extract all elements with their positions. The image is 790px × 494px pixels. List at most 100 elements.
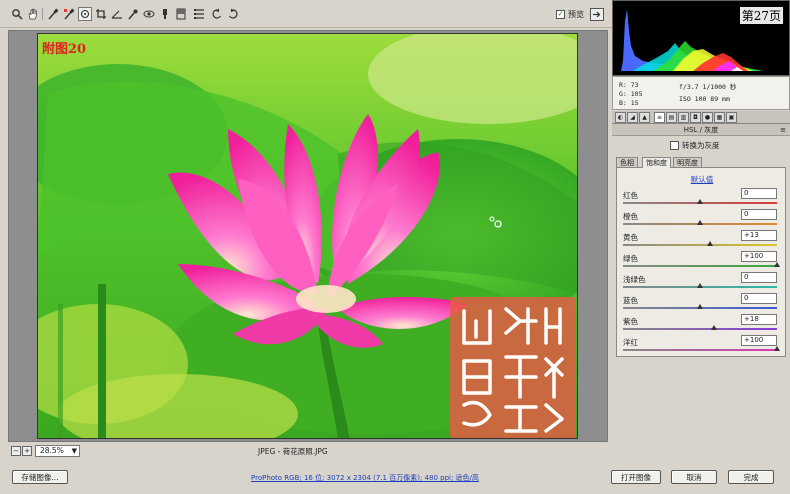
panel-title-bar: HSL / 灰度 ≡ (612, 124, 790, 136)
open-image-button[interactable]: 打开图像 (611, 470, 661, 484)
panel-menu-icon[interactable]: ≡ (780, 124, 786, 136)
preview-checkbox[interactable]: ✓ 预览 (556, 9, 584, 20)
slider-label: 洋红 (623, 338, 638, 347)
slider-value-input[interactable]: +13 (741, 230, 777, 241)
hand-icon[interactable] (26, 7, 40, 21)
slider-track[interactable] (623, 244, 777, 246)
rotate-ccw-icon[interactable] (210, 7, 224, 21)
slider-thumb[interactable] (707, 241, 713, 246)
detail-tab-icon[interactable]: ▲ (639, 112, 650, 123)
figure-label: 附图20 (42, 42, 87, 57)
bottom-bar: 存储图像... ProPhoto RGB; 16 位; 3072 x 2304 … (0, 460, 790, 494)
slider-thumb[interactable] (697, 220, 703, 225)
hsl-tab-icon[interactable]: ≡ (654, 112, 665, 123)
effects-tab-icon[interactable]: ◘ (690, 112, 701, 123)
iso-info: ISO 100 89 mm (679, 95, 730, 103)
slider-thumb[interactable] (710, 325, 717, 330)
adjustment-brush-icon[interactable] (158, 7, 172, 21)
slider-label: 红色 (623, 191, 638, 200)
straighten-icon[interactable] (110, 7, 124, 21)
lens-tab-icon[interactable]: ▥ (678, 112, 689, 123)
slider-value-input[interactable]: 0 (741, 209, 777, 220)
rgb-readout: R: 73 G: 105 B: 15 (619, 81, 642, 108)
split-toning-tab-icon[interactable]: ▤ (666, 112, 677, 123)
slider-row: 绿色 +100 (621, 251, 783, 271)
watermark-seal (450, 297, 576, 438)
target-adjust-icon[interactable] (78, 7, 92, 21)
filename-label: JPEG - 荷花原照.JPG (258, 447, 328, 456)
status-bar: − + 28.5% ▼ JPEG - 荷花原照.JPG (8, 444, 608, 458)
slider-value-input[interactable]: +100 (741, 251, 777, 262)
b-value: B: 15 (619, 99, 639, 107)
slider-row: 紫色 +18 (621, 314, 783, 334)
slider-thumb[interactable] (774, 346, 780, 351)
color-sampler-icon[interactable] (62, 7, 76, 21)
photo-lotus[interactable]: 附图20 (37, 33, 578, 439)
slider-label: 浅绿色 (623, 275, 646, 284)
snapshots-tab-icon[interactable]: ▣ (726, 112, 737, 123)
defaults-link[interactable]: 默认值 (617, 174, 787, 185)
g-value: G: 105 (619, 90, 643, 98)
presets-tab-icon[interactable]: ▦ (714, 112, 725, 123)
save-image-button[interactable]: 存储图像... (12, 470, 68, 484)
slider-row: 黄色 +13 (621, 230, 783, 250)
tab-saturation[interactable]: 饱和度 (642, 157, 671, 168)
cancel-button[interactable]: 取消 (671, 470, 717, 484)
slider-value-input[interactable]: 0 (741, 293, 777, 304)
preview-label: 预览 (568, 10, 584, 19)
slider-row: 橙色 0 (621, 209, 783, 229)
slider-track[interactable] (623, 328, 777, 330)
slider-thumb[interactable] (774, 262, 780, 267)
slider-label: 绿色 (623, 254, 638, 263)
slider-label: 橙色 (623, 212, 638, 221)
convert-grayscale-checkbox[interactable]: 转换为灰度 (670, 140, 720, 151)
slider-value-input[interactable]: +18 (741, 314, 777, 325)
slider-label: 紫色 (623, 317, 638, 326)
hsl-panel: 默认值 红色 0 橙色 0 黄色 +13 绿色 +100 浅绿色 0 蓝色 0 紫色 +18 洋红 +100 (616, 167, 786, 357)
r-value: R: 73 (619, 81, 639, 89)
camera-calibration-tab-icon[interactable]: ● (702, 112, 713, 123)
slider-track[interactable] (623, 349, 777, 351)
zoom-in-button[interactable]: + (22, 446, 32, 456)
slider-row: 红色 0 (621, 188, 783, 208)
slider-thumb[interactable] (697, 199, 703, 204)
zoom-select[interactable]: 28.5% ▼ (35, 445, 80, 457)
basic-tab-icon[interactable]: ◐ (615, 112, 626, 123)
right-panel: 第27页 R: 73 G: 105 B: 15 f/3.7 1/1000 秒 I… (612, 0, 790, 460)
slider-row: 洋红 +100 (621, 335, 783, 355)
rotate-cw-icon[interactable] (226, 7, 240, 21)
slider-row: 蓝色 0 (621, 293, 783, 313)
panel-title: HSL / 灰度 (683, 126, 719, 134)
tone-curve-tab-icon[interactable]: ◢ (627, 112, 638, 123)
slider-row: 浅绿色 0 (621, 272, 783, 292)
info-panel: R: 73 G: 105 B: 15 f/3.7 1/1000 秒 ISO 10… (612, 76, 790, 110)
slider-thumb[interactable] (697, 283, 703, 288)
slider-value-input[interactable]: 0 (741, 188, 777, 199)
histogram: 第27页 (612, 0, 790, 76)
camera-info: f/3.7 1/1000 秒 ISO 100 89 mm (679, 81, 736, 105)
convert-grayscale-label: 转换为灰度 (682, 141, 720, 150)
chevron-down-icon: ▼ (71, 447, 77, 455)
fullscreen-icon[interactable] (590, 8, 604, 21)
preview-check-icon[interactable]: ✓ (556, 10, 565, 19)
slider-value-input[interactable]: +100 (741, 335, 777, 346)
panel-tabs: ◐ ◢ ▲ ≡ ▤ ▥ ◘ ● ▦ ▣ (612, 111, 790, 124)
crop-icon[interactable] (94, 7, 108, 21)
preferences-icon[interactable] (192, 7, 206, 21)
slider-track[interactable] (623, 265, 777, 267)
zoom-value: 28.5% (40, 446, 64, 455)
graduated-filter-icon[interactable] (174, 7, 188, 21)
done-button[interactable]: 完成 (728, 470, 774, 484)
red-eye-icon[interactable] (142, 7, 156, 21)
workflow-options-link[interactable]: ProPhoto RGB; 16 位; 3072 x 2304 (7.1 百万像… (251, 473, 479, 483)
toolbar-divider (42, 8, 43, 20)
grayscale-check-icon[interactable] (670, 141, 679, 150)
slider-value-input[interactable]: 0 (741, 272, 777, 283)
spot-removal-icon[interactable] (126, 7, 140, 21)
zoom-out-button[interactable]: − (11, 446, 21, 456)
slider-label: 黄色 (623, 233, 638, 242)
slider-thumb[interactable] (697, 304, 703, 309)
image-canvas: 附图20 (8, 30, 608, 442)
white-balance-icon[interactable] (46, 7, 60, 21)
zoom-icon[interactable] (10, 7, 24, 21)
